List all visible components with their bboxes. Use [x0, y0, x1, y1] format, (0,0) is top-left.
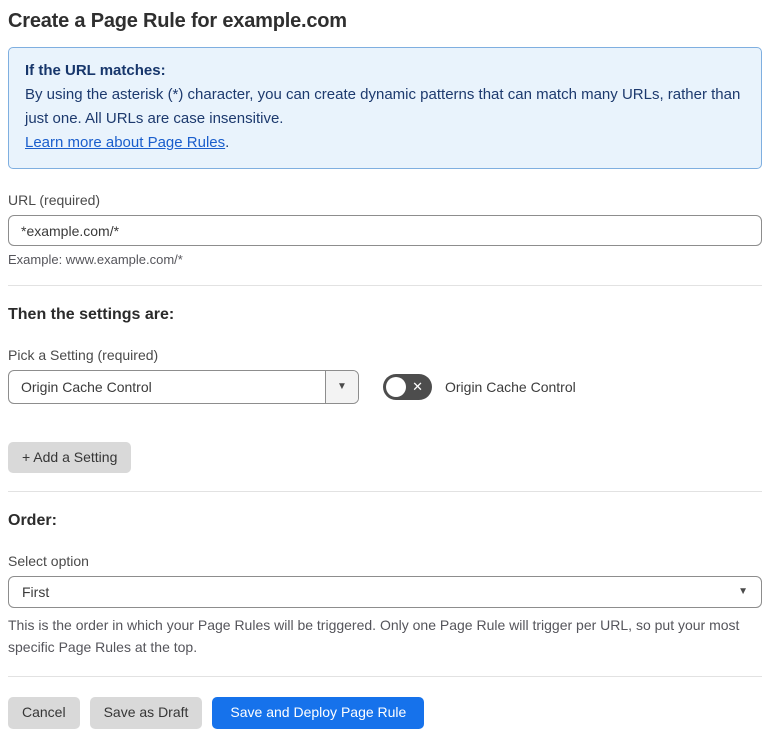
info-body-text: By using the asterisk (*) character, you… [25, 86, 741, 127]
pick-setting-label: Pick a Setting (required) [8, 347, 159, 363]
setting-row: Origin Cache Control ▼ ✕ Origin Cache Co… [8, 370, 762, 404]
add-setting-button[interactable]: + Add a Setting [8, 442, 132, 474]
origin-cache-control-toggle[interactable]: ✕ [383, 374, 432, 400]
settings-section-heading: Then the settings are: [8, 306, 175, 323]
url-field-label: URL (required) [8, 192, 101, 208]
order-select[interactable]: First ▼ [8, 576, 762, 609]
cancel-button[interactable]: Cancel [8, 697, 80, 729]
divider [8, 676, 762, 678]
setting-select-value: Origin Cache Control [21, 379, 152, 395]
toggle-label: Origin Cache Control [445, 379, 576, 395]
url-input[interactable] [8, 215, 762, 246]
create-page-rule-form: Create a Page Rule for example.com If th… [0, 0, 770, 729]
footer-actions: Cancel Save as Draft Save and Deploy Pag… [8, 697, 762, 729]
order-select-value: First [22, 584, 50, 601]
setting-select-arrow-button[interactable]: ▼ [325, 371, 358, 403]
url-match-info-callout: If the URL matches: By using the asteris… [8, 47, 762, 169]
save-deploy-button[interactable]: Save and Deploy Page Rule [212, 697, 425, 729]
order-helper-text: This is the order in which your Page Rul… [8, 617, 740, 656]
url-example-helper: Example: www.example.com/* [8, 252, 183, 267]
toggle-off-x-icon: ✕ [412, 379, 423, 395]
info-heading: If the URL matches: [25, 62, 166, 79]
divider [8, 491, 762, 493]
chevron-down-icon: ▼ [337, 381, 347, 392]
order-section-heading: Order: [8, 512, 57, 530]
divider [8, 285, 762, 286]
page-title: Create a Page Rule for example.com [8, 10, 347, 32]
learn-more-link[interactable]: Learn more about Page Rules [25, 134, 225, 151]
link-suffix: . [225, 134, 230, 151]
order-select-label: Select option [8, 553, 89, 570]
info-link-line: Learn more about Page Rules. [25, 131, 745, 155]
setting-select[interactable]: Origin Cache Control ▼ [8, 370, 359, 404]
save-draft-button[interactable]: Save as Draft [89, 697, 203, 729]
toggle-knob [386, 377, 406, 397]
chevron-down-icon: ▼ [738, 586, 748, 598]
